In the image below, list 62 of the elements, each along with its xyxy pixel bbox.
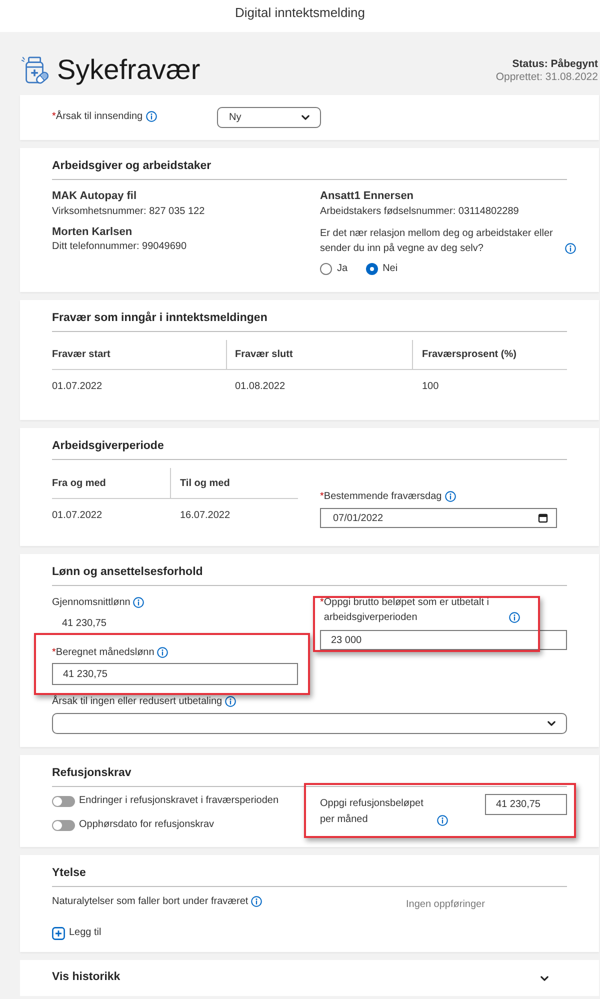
required-mark: * [52,110,56,124]
contact-name: Morten Karlsen [52,225,132,240]
section-title: Ytelse [52,866,86,881]
empty-text: Ingen oppføringer [406,898,485,912]
date-input[interactable]: 07/01/2022 [320,508,557,528]
medicine-bottle-icon [20,54,51,86]
section-title: Fravær som inngår i inntektsmeldingen [52,310,268,326]
section-title: Lønn og ansettelsesforhold [52,565,203,580]
table-cell-text: 01.07.2022 [52,509,104,523]
employer-name: MAK Autopay fil [52,189,137,204]
amount-input[interactable]: 41 230,75 [485,794,567,815]
question-text: Er det nær relasjon mellom deg og arbeidstaker eller sender du inn på vegne av deg selv? [320,227,554,256]
add-button[interactable]: Legg til [52,926,102,940]
column-header: Fra og med [52,468,171,499]
required-mark: * [320,596,324,610]
section-title: Arbeidsgiver og arbeidstaker [52,159,212,174]
column-header: Fravær start [52,340,227,370]
table-cell-text: 01.07.2022 [52,380,104,394]
toggle-switch[interactable] [52,820,75,830]
field-label: Bestemmende fraværsdag [324,490,442,504]
required-mark: * [320,490,324,504]
table-cell-text: 01.08.2022 [234,380,286,394]
field-label: Beregnet månedslønn [56,646,154,660]
status-text: Status: Påbegynt [512,58,598,71]
column-header: Til og med [171,468,298,499]
field-label: Gjennomsnittlønn [52,596,130,610]
toggle-label: Opphørsdato for refusjonskrav [79,818,214,832]
field-label: Årsak til ingen eller redusert utbetaling [52,695,222,709]
chevron-down-icon [300,112,311,123]
required-mark: * [52,646,56,660]
toggle-label: Endringer i refusjonskravet i fraværsperioden [79,794,279,808]
salary-value: 41 230,75 [62,617,106,631]
radio-button[interactable] [320,263,332,275]
column-header: Fraværsprosent (%) [413,340,567,370]
field-label: Oppgi brutto beløpet som er utbetalt i arbeidsgiverperioden [324,596,490,625]
history-expander[interactable]: Vis historikk [20,960,599,996]
phone-number: Ditt telefonnummer: 99049690 [52,240,187,254]
radio-label: Ja [337,262,348,276]
plus-icon [52,926,65,940]
benefit-label: Naturalytelser som faller bort under fraværet [52,895,248,909]
created-date: Opprettet: 31.08.2022 [496,71,598,83]
calendar-icon [538,513,548,523]
table-cell-text: 100 [421,380,440,394]
column-header: Fravær slutt [227,340,413,370]
amount-input[interactable]: 23 000 [320,630,567,650]
app-title: Digital inntektsmelding [234,5,366,22]
reason-dropdown[interactable]: Ny [217,107,321,128]
field-label: Årsak til innsending [56,110,143,124]
org-number: Virksomhetsnummer: 827 035 122 [52,205,205,219]
section-title: Refusjonskrav [52,766,132,781]
toggle-switch[interactable] [52,796,75,806]
section-title: Arbeidsgiverperiode [52,439,164,454]
id-number: Arbeidstakers fødselsnummer: 03114802289 [320,205,519,219]
reason-dropdown[interactable] [52,713,567,734]
field-label: Oppgi refusjonsbeløpet per måned [320,797,424,827]
radio-button[interactable] [366,263,378,275]
salary-input[interactable]: 41 230,75 [52,663,298,685]
page-title: Sykefravær [57,54,200,86]
employee-name: Ansatt1 Ennersen [320,189,414,204]
radio-label: Nei [382,262,398,276]
table-cell-text: 16.07.2022 [179,509,232,523]
chevron-down-icon [546,718,557,729]
